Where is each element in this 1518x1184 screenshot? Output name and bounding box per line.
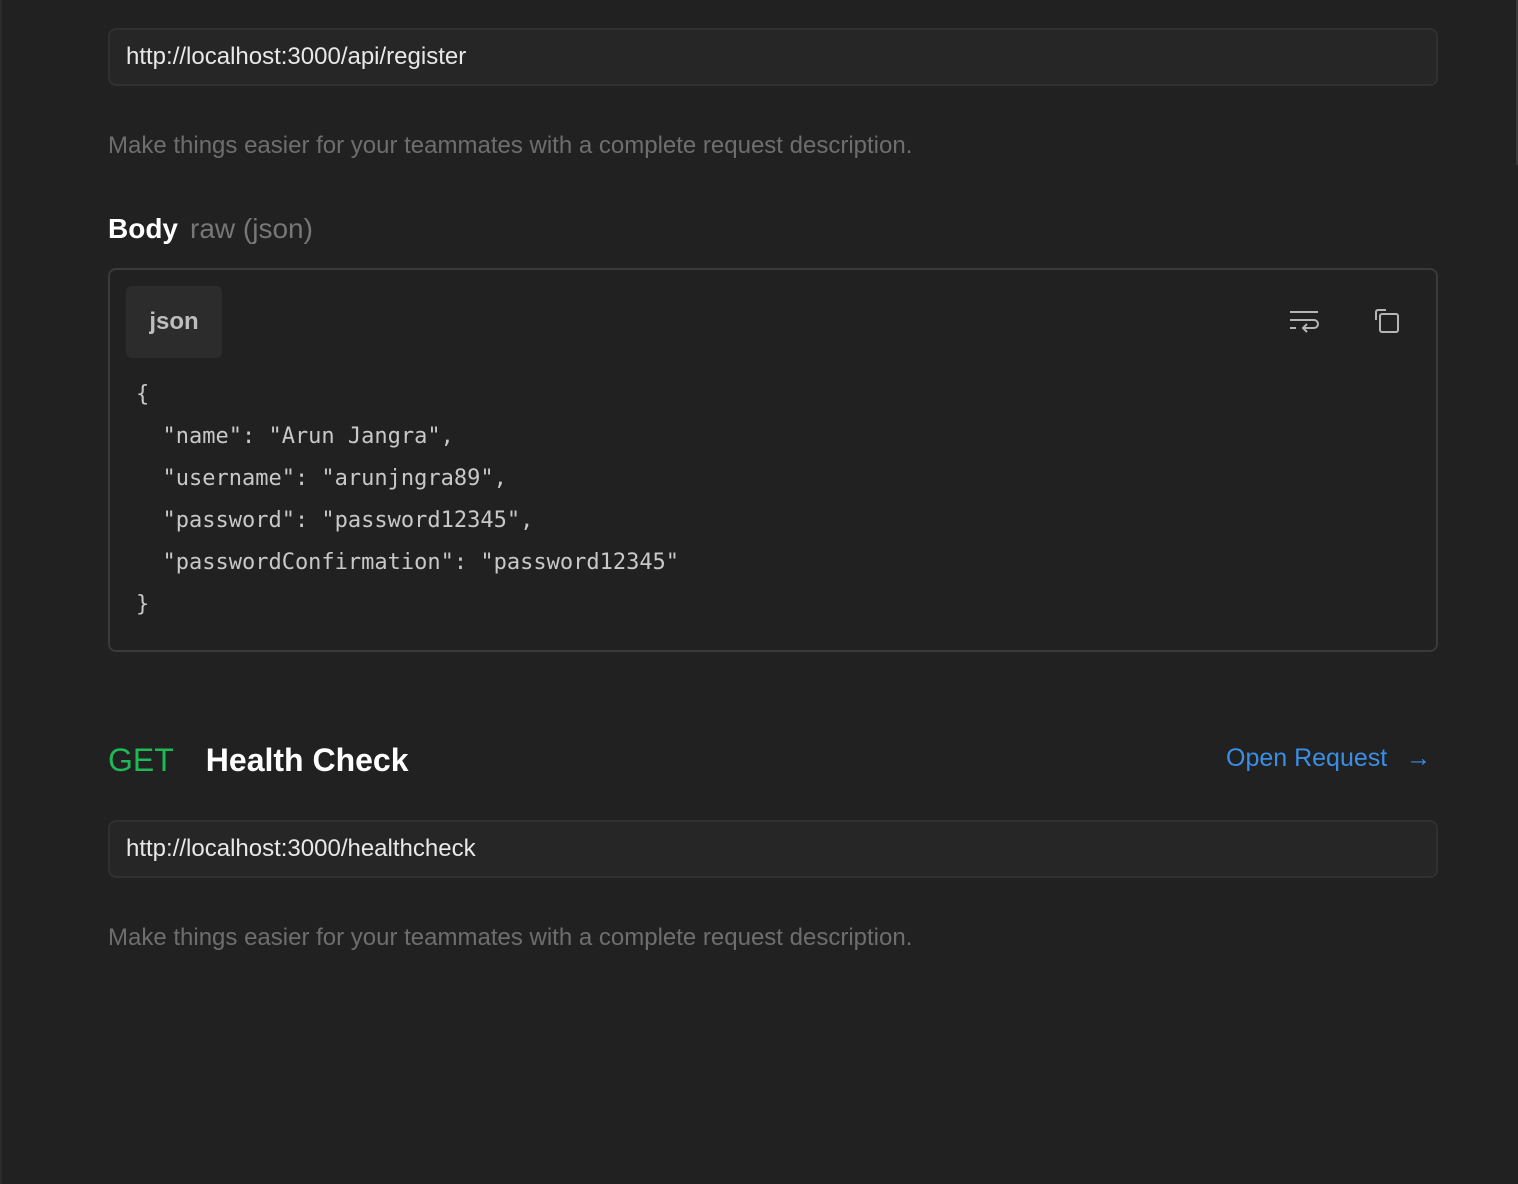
code-language-badge: json: [126, 286, 222, 358]
request-description: Make things easier for your teammates wi…: [108, 924, 913, 951]
request-description: Make things easier for your teammates wi…: [108, 132, 913, 159]
wrap-text-icon[interactable]: [1284, 302, 1324, 342]
body-type: raw (json): [190, 213, 313, 244]
code-content: { "name": "Arun Jangra", "username": "ar…: [136, 382, 680, 617]
body-heading: Body raw (json): [108, 213, 313, 245]
request-url-field[interactable]: http://localhost:3000/healthcheck: [108, 820, 1438, 878]
request-url-field[interactable]: http://localhost:3000/api/register: [108, 28, 1438, 86]
request-name: Health Check: [205, 742, 409, 778]
open-request-label: Open Request: [1226, 744, 1388, 772]
open-request-link[interactable]: Open Request →: [1226, 744, 1431, 773]
method-badge: GET: [108, 742, 174, 778]
body-label: Body: [108, 213, 178, 244]
code-block: json { "name": "Arun Jangra", "username"…: [108, 268, 1438, 652]
copy-icon[interactable]: [1368, 302, 1408, 342]
request-header: GET Health Check: [108, 742, 409, 779]
arrow-right-icon: →: [1406, 744, 1432, 772]
